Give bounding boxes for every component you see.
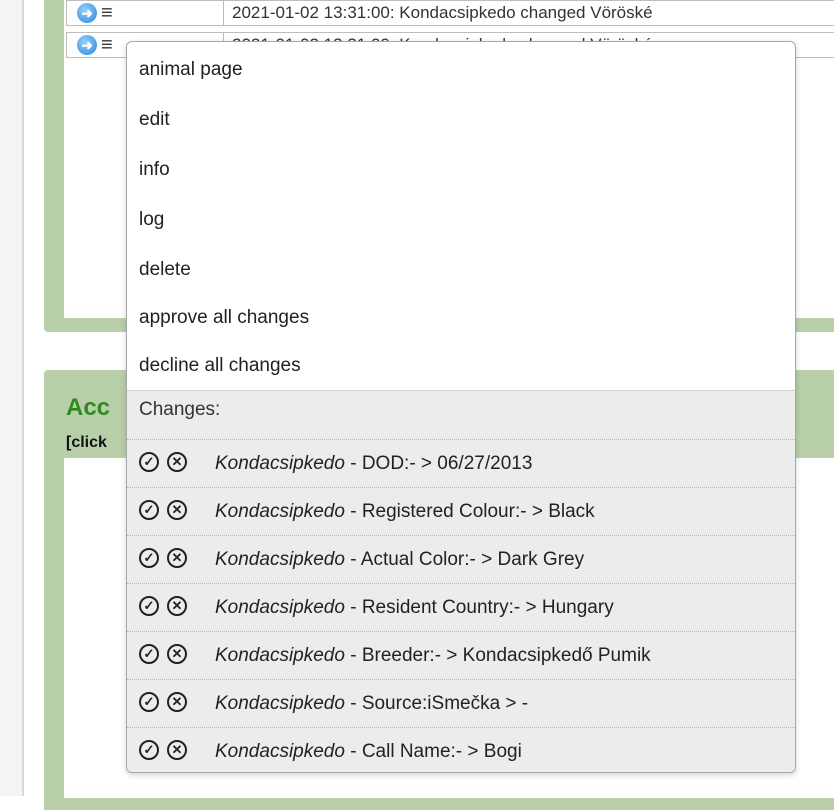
check-circle-icon[interactable]: ✓: [139, 452, 159, 472]
log-row-actions: ➜ ≡: [66, 0, 224, 26]
menu-item-decline-all[interactable]: decline all changes: [127, 341, 795, 391]
log-row-text: 2021-01-02 13:31:00: Kondacsipkedo chang…: [224, 0, 834, 26]
change-animal-name: Kondacsipkedo: [215, 693, 345, 714]
change-text: Kondacsipkedo - Actual Color:- > Dark Gr…: [215, 536, 584, 584]
change-row: ✓ ✕ Kondacsipkedo - Resident Country:- >…: [127, 583, 795, 631]
change-text: Kondacsipkedo - DOD:- > 06/27/2013: [215, 440, 532, 488]
page-left-border: [22, 0, 24, 796]
x-circle-icon[interactable]: ✕: [167, 692, 187, 712]
change-detail: - DOD:- > 06/27/2013: [344, 453, 533, 474]
change-animal-name: Kondacsipkedo: [215, 501, 345, 522]
x-circle-icon[interactable]: ✕: [167, 644, 187, 664]
change-animal-name: Kondacsipkedo: [215, 453, 345, 474]
menu-item-animal-page[interactable]: animal page: [127, 45, 795, 95]
change-detail: - Actual Color:- > Dark Grey: [344, 549, 585, 570]
change-detail: - Source:iSmečka > -: [344, 693, 529, 714]
menu-item-approve-all[interactable]: approve all changes: [127, 293, 795, 343]
change-row: ✓ ✕ Kondacsipkedo - DOD:- > 06/27/2013: [127, 439, 795, 487]
change-animal-name: Kondacsipkedo: [215, 597, 345, 618]
change-text: Kondacsipkedo - Resident Country:- > Hun…: [215, 584, 614, 632]
menu-item-info[interactable]: info: [127, 145, 795, 195]
change-animal-name: Kondacsipkedo: [215, 549, 345, 570]
changes-section: Changes: ✓ ✕ Kondacsipkedo - DOD:- > 06/…: [127, 390, 795, 772]
lower-panel-subtitle[interactable]: [click: [66, 434, 107, 452]
change-row: ✓ ✕ Kondacsipkedo - Call Name:- > Bogi: [127, 727, 795, 772]
arrow-right-circle-icon[interactable]: ➜: [77, 35, 97, 55]
change-row: ✓ ✕ Kondacsipkedo - Breeder:- > Kondacsi…: [127, 631, 795, 679]
lower-panel-title: Acc: [66, 394, 111, 421]
x-circle-icon[interactable]: ✕: [167, 740, 187, 760]
x-circle-icon[interactable]: ✕: [167, 500, 187, 520]
change-detail: - Breeder:- > Kondacsipkedő Pumik: [344, 645, 651, 666]
x-circle-icon[interactable]: ✕: [167, 596, 187, 616]
page-left-margin: [0, 0, 22, 796]
change-text: Kondacsipkedo - Source:iSmečka > -: [215, 680, 528, 728]
change-row: ✓ ✕ Kondacsipkedo - Source:iSmečka > -: [127, 679, 795, 727]
x-circle-icon[interactable]: ✕: [167, 548, 187, 568]
change-text: Kondacsipkedo - Breeder:- > Kondacsipked…: [215, 632, 651, 680]
hamburger-icon[interactable]: ≡: [101, 33, 113, 57]
check-circle-icon[interactable]: ✓: [139, 500, 159, 520]
change-detail: - Resident Country:- > Hungary: [344, 597, 614, 618]
check-circle-icon[interactable]: ✓: [139, 644, 159, 664]
changes-header: Changes:: [139, 399, 221, 420]
hamburger-icon[interactable]: ≡: [101, 1, 113, 25]
check-circle-icon[interactable]: ✓: [139, 548, 159, 568]
menu-item-delete[interactable]: delete: [127, 245, 795, 295]
change-detail: - Registered Colour:- > Black: [344, 501, 595, 522]
menu-item-log[interactable]: log: [127, 195, 795, 245]
arrow-right-circle-icon[interactable]: ➜: [77, 3, 97, 23]
check-circle-icon[interactable]: ✓: [139, 692, 159, 712]
check-circle-icon[interactable]: ✓: [139, 740, 159, 760]
check-circle-icon[interactable]: ✓: [139, 596, 159, 616]
change-text: Kondacsipkedo - Call Name:- > Bogi: [215, 728, 522, 772]
change-animal-name: Kondacsipkedo: [215, 741, 345, 762]
change-detail: - Call Name:- > Bogi: [344, 741, 522, 762]
log-row: ➜ ≡ 2021-01-02 13:31:00: Kondacsipkedo c…: [66, 0, 834, 26]
change-row: ✓ ✕ Kondacsipkedo - Actual Color:- > Dar…: [127, 535, 795, 583]
context-menu: animal page edit info log delete approve…: [126, 41, 796, 773]
change-text: Kondacsipkedo - Registered Colour:- > Bl…: [215, 488, 595, 536]
menu-item-edit[interactable]: edit: [127, 95, 795, 145]
change-row: ✓ ✕ Kondacsipkedo - Registered Colour:- …: [127, 487, 795, 535]
change-animal-name: Kondacsipkedo: [215, 645, 345, 666]
x-circle-icon[interactable]: ✕: [167, 452, 187, 472]
